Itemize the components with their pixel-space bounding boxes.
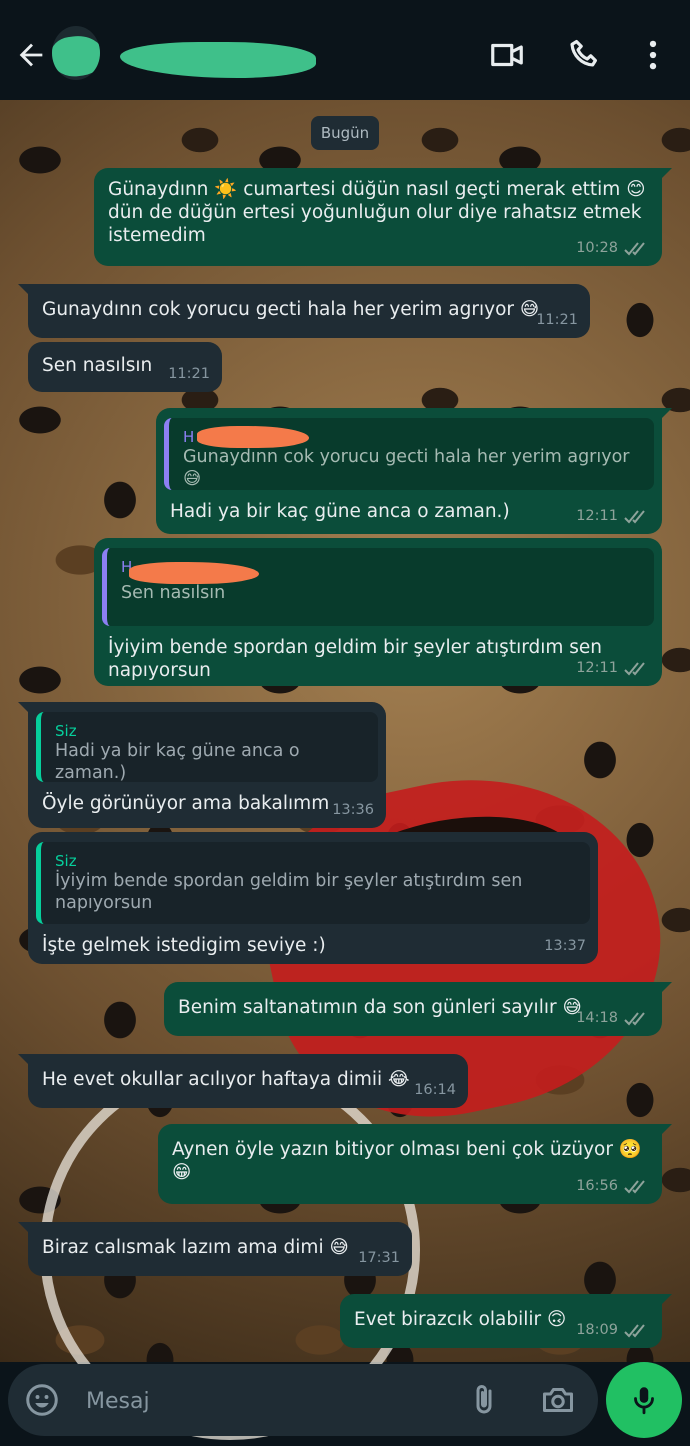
outgoing-message[interactable]: Aynen öyle yazın bitiyor olması beni çok… bbox=[158, 1124, 672, 1204]
message-meta: 10:28 bbox=[576, 237, 650, 260]
voice-record-button[interactable] bbox=[606, 1362, 682, 1438]
message-text: Günaydınn ☀️ cumartesi düğün nasıl geçti… bbox=[108, 179, 646, 200]
microphone-icon bbox=[634, 1387, 654, 1415]
more-vertical-icon[interactable] bbox=[634, 36, 672, 74]
message-meta: 17:31 bbox=[358, 1247, 400, 1270]
contact-name[interactable] bbox=[120, 42, 316, 78]
redaction-mark bbox=[52, 32, 100, 80]
quote-author: Siz bbox=[55, 852, 77, 870]
message-text: istemedim bbox=[108, 225, 206, 246]
message-time: 11:21 bbox=[168, 366, 210, 382]
video-call-icon[interactable] bbox=[488, 36, 526, 74]
double-check-icon bbox=[624, 241, 645, 255]
outgoing-message[interactable]: H Gunaydınn cok yorucu gecti hala her ye… bbox=[156, 408, 672, 534]
double-check-icon bbox=[624, 509, 645, 523]
quote-text: Hadi ya bir kaç güne anca o zaman.) bbox=[55, 741, 300, 783]
outgoing-message[interactable]: Benim saltanatımın da son günleri sayılı… bbox=[164, 982, 672, 1036]
message-text: napıyorsun bbox=[108, 660, 211, 681]
message-text: İyiyim bende spordan geldim bir şeyler a… bbox=[108, 637, 603, 658]
message-meta: 13:37 bbox=[544, 935, 586, 958]
message-text: İşte gelmek istedigim seviye :) bbox=[42, 935, 326, 956]
message-text: dün de düğün ertesi yoğunluğun olur diye… bbox=[108, 202, 642, 223]
incoming-message[interactable]: Biraz calısmak lazım ama dimi 😅 17:31 bbox=[18, 1222, 412, 1276]
camera-icon[interactable] bbox=[540, 1382, 576, 1418]
message-meta: 18:09 bbox=[576, 1319, 650, 1342]
message-time: 10:28 bbox=[576, 240, 618, 256]
message-time: 13:37 bbox=[544, 938, 586, 954]
message-time: 12:11 bbox=[576, 508, 618, 524]
redaction-mark bbox=[129, 562, 259, 584]
quoted-message[interactable]: Siz İyiyim bende spordan geldim bir şeyl… bbox=[36, 842, 590, 924]
message-time: 16:56 bbox=[576, 1178, 618, 1194]
incoming-message[interactable]: Sen nasılsın 11:21 bbox=[28, 342, 222, 392]
avatar[interactable] bbox=[52, 26, 100, 80]
message-text: Gunaydınn cok yorucu gecti hala her yeri… bbox=[42, 299, 540, 320]
double-check-icon bbox=[624, 1323, 645, 1337]
message-meta: 14:18 bbox=[576, 1007, 650, 1030]
outgoing-message[interactable]: H Sen nasılsın İyiyim bende spordan geld… bbox=[94, 538, 662, 686]
message-time: 11:21 bbox=[536, 312, 578, 328]
message-meta: 12:11 bbox=[576, 657, 650, 680]
quote-text: napıyorsun bbox=[55, 893, 153, 913]
message-text: Öyle görünüyor ama bakalımm bbox=[42, 793, 330, 814]
message-time: 14:18 bbox=[576, 1010, 618, 1026]
incoming-message[interactable]: Siz İyiyim bende spordan geldim bir şeyl… bbox=[28, 832, 598, 964]
message-text: He evet okullar acılıyor haftaya dimii 😂 bbox=[42, 1069, 410, 1090]
message-meta: 12:11 bbox=[576, 505, 650, 528]
message-list[interactable]: Bugün Günaydınn ☀️ cumartesi düğün nasıl… bbox=[0, 100, 690, 1362]
message-time: 13:36 bbox=[332, 802, 374, 818]
back-arrow-icon[interactable] bbox=[14, 38, 48, 72]
date-chip: Bugün bbox=[311, 116, 379, 150]
quoted-message[interactable]: Siz Hadi ya bir kaç güne anca o zaman.) bbox=[36, 712, 378, 783]
incoming-message[interactable]: Siz Hadi ya bir kaç güne anca o zaman.) … bbox=[18, 702, 386, 828]
message-meta: 13:36 bbox=[332, 799, 374, 822]
message-input[interactable] bbox=[86, 1386, 446, 1416]
incoming-message[interactable]: He evet okullar acılıyor haftaya dimii 😂… bbox=[18, 1054, 468, 1108]
message-meta: 11:21 bbox=[168, 363, 210, 386]
message-time: 18:09 bbox=[576, 1322, 618, 1338]
message-meta: 16:56 bbox=[576, 1175, 650, 1198]
quote-text: İyiyim bende spordan geldim bir şeyler a… bbox=[55, 871, 523, 891]
message-meta: 16:14 bbox=[414, 1079, 456, 1102]
chat-header bbox=[0, 0, 690, 100]
message-text: Biraz calısmak lazım ama dimi 😅 bbox=[42, 1237, 349, 1258]
double-check-icon bbox=[624, 661, 645, 675]
double-check-icon bbox=[624, 1179, 645, 1193]
message-composer bbox=[8, 1364, 598, 1436]
quoted-message[interactable]: H Gunaydınn cok yorucu gecti hala her ye… bbox=[164, 418, 654, 490]
phone-icon[interactable] bbox=[566, 36, 604, 74]
outgoing-message[interactable]: Günaydınn ☀️ cumartesi düğün nasıl geçti… bbox=[94, 168, 672, 266]
incoming-message[interactable]: Gunaydınn cok yorucu gecti hala her yeri… bbox=[18, 284, 590, 338]
message-time: 17:31 bbox=[358, 1250, 400, 1266]
message-time: 16:14 bbox=[414, 1082, 456, 1098]
outgoing-message[interactable]: Evet birazcık olabilir 🙃 18:09 bbox=[340, 1294, 672, 1348]
message-meta: 11:21 bbox=[536, 309, 578, 332]
attach-icon[interactable] bbox=[466, 1382, 502, 1418]
quote-author: Siz bbox=[55, 722, 77, 740]
quoted-message[interactable]: H Sen nasılsın bbox=[102, 548, 654, 626]
quote-text: Gunaydınn cok yorucu gecti hala her yeri… bbox=[183, 447, 630, 489]
redaction-mark bbox=[197, 426, 309, 448]
emoji-icon[interactable] bbox=[24, 1382, 60, 1418]
message-time: 12:11 bbox=[576, 660, 618, 676]
double-check-icon bbox=[624, 1011, 645, 1025]
